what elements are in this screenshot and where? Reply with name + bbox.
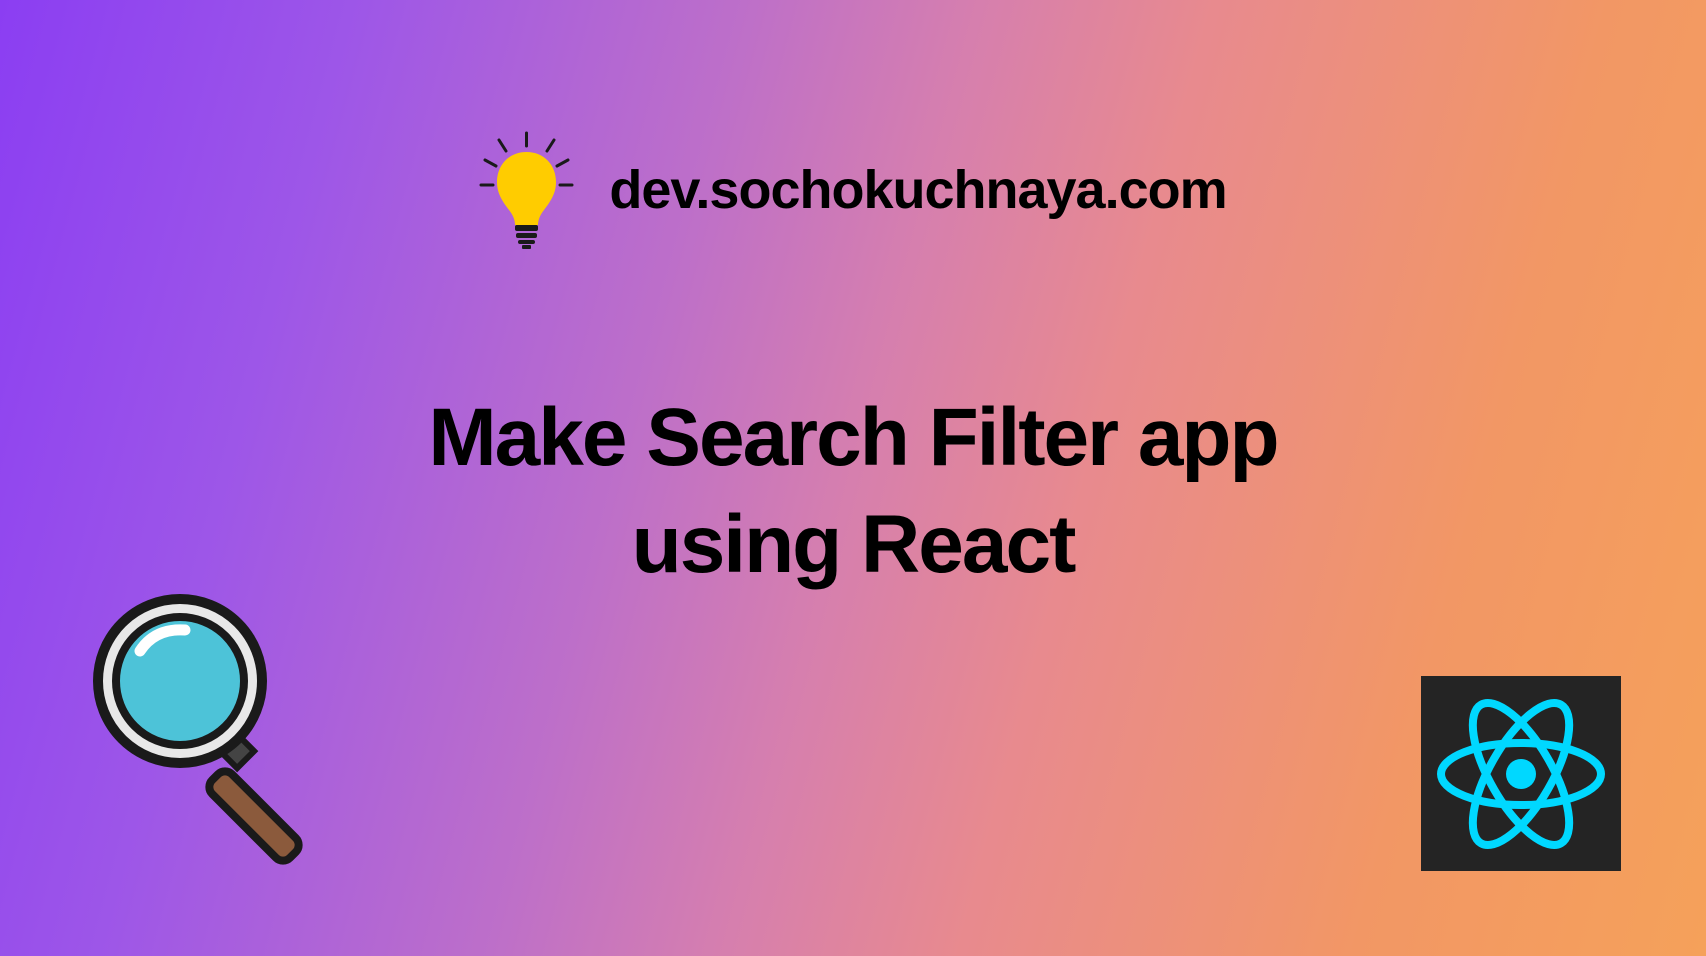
site-name: dev.sochokuchnaya.com	[609, 159, 1226, 221]
page-title: Make Search Filter app using React	[0, 385, 1706, 598]
lightbulb-icon	[479, 130, 574, 250]
magnifying-glass-icon	[85, 586, 325, 866]
title-line-2: using React	[0, 492, 1706, 599]
react-logo-icon	[1421, 676, 1621, 871]
header: dev.sochokuchnaya.com	[0, 0, 1706, 250]
title-line-1: Make Search Filter app	[0, 385, 1706, 492]
